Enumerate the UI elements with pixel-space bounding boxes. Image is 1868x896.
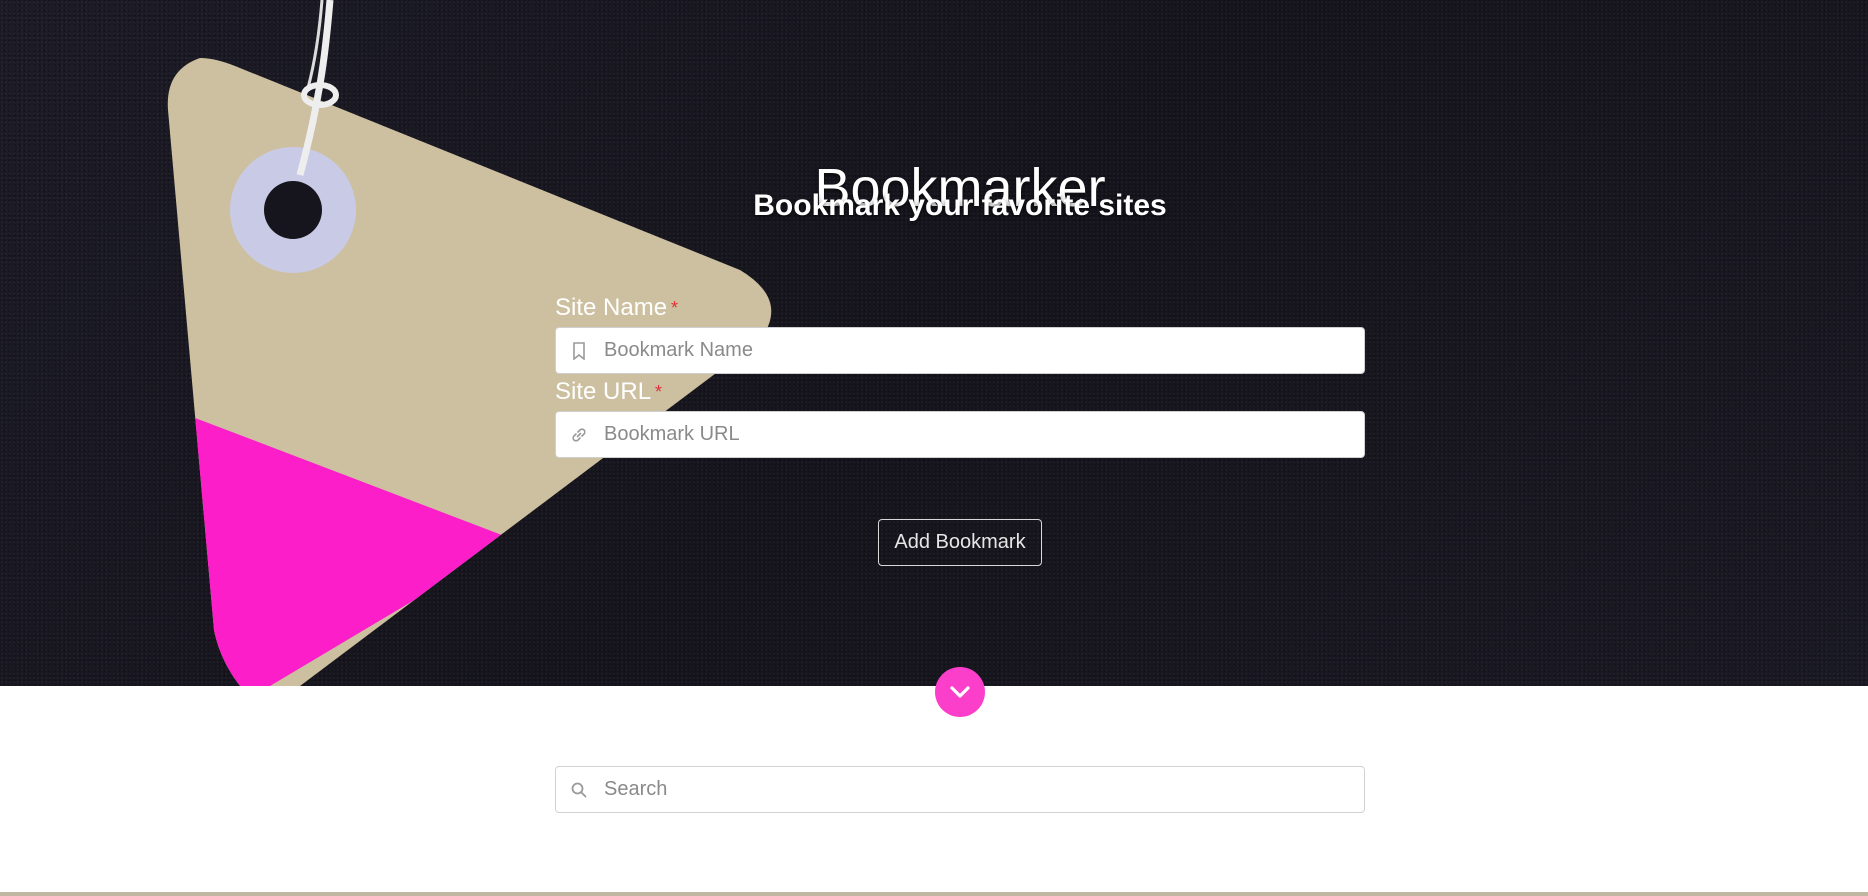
search-field[interactable] [555,766,1365,813]
bookmark-icon [556,341,602,360]
site-url-label: Site URL * [555,377,662,407]
link-icon [556,426,602,444]
site-name-field[interactable] [555,327,1365,374]
site-name-label-text: Site Name [555,294,668,321]
search-input[interactable] [604,778,1364,801]
add-bookmark-button[interactable]: Add Bookmark [878,519,1042,566]
scroll-down-button[interactable] [935,667,985,717]
site-name-input[interactable] [604,339,1364,362]
chevron-down-icon [949,685,971,699]
required-indicator: * [671,298,679,318]
site-url-field[interactable] [555,411,1365,458]
search-icon [556,782,602,798]
site-url-input[interactable] [604,423,1364,446]
hero-section: Bookmarker Bookmark your favorite sites … [0,0,1868,686]
bottom-divider [0,892,1868,896]
site-url-label-text: Site URL [555,378,652,405]
required-indicator: * [655,382,663,402]
page-subtitle: Bookmark your favorite sites [753,189,1167,222]
site-name-label: Site Name * [555,293,678,323]
